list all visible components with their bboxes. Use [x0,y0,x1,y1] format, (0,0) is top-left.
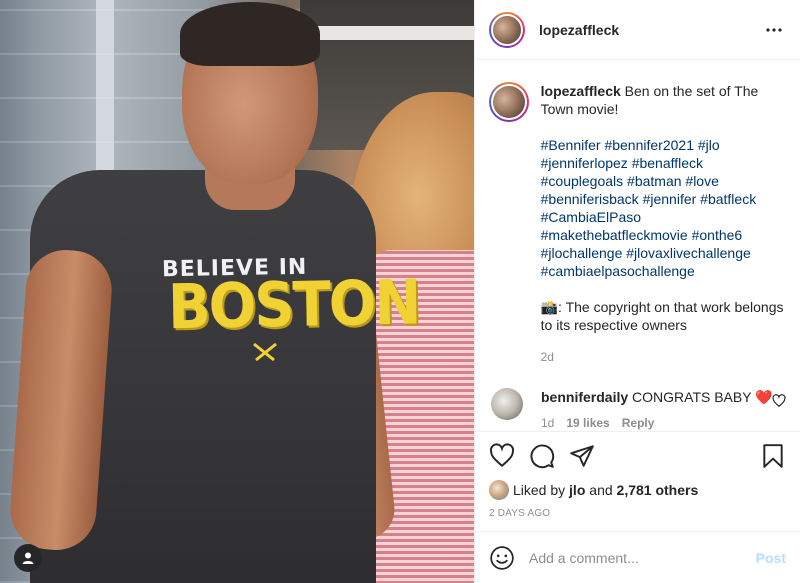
commenter-avatar[interactable] [491,388,523,420]
share-icon[interactable] [569,443,595,469]
post-button[interactable]: Post [756,550,786,566]
post-details-panel: lopezaffleck lopezaffleck Ben on the set… [474,0,800,583]
comments-list[interactable]: lopezaffleck Ben on the set of The Town … [475,60,800,431]
bookmark-icon[interactable] [760,443,786,469]
hashtag-link[interactable]: #jlovaxlivechallenge [626,245,751,261]
commenter-username[interactable]: benniferdaily [541,389,628,405]
instagram-post: BELIEVE IN BOSTON lopezaffleck lopezaffl… [0,0,800,583]
caption-time[interactable]: 2d [541,348,786,366]
liked-by-others[interactable]: 2,781 others [617,482,699,498]
emoji-icon[interactable] [489,545,515,571]
liked-by-and: and [589,482,613,498]
heart-icon[interactable] [489,443,515,469]
comment-likes[interactable]: 19 likes [566,416,609,430]
hashtag-list: #Bennifer #bennifer2021 #jlo #jenniferlo… [541,136,786,280]
author-avatar[interactable] [489,11,525,48]
user-tag-icon[interactable] [14,544,42,572]
comment-time[interactable]: 1d [541,416,554,430]
copyright-note: 📸: The copyright on that work belongs to… [540,299,784,333]
post-header: lopezaffleck [475,0,800,60]
hashtag-link[interactable]: #Bennifer [541,137,601,153]
comment-heart-emoji: ❤️ [755,389,773,405]
hashtag-link[interactable]: #jlochallenge [541,245,623,261]
man-hair [180,2,320,66]
hashtag-link[interactable]: #love [685,173,718,189]
liked-by-user[interactable]: jlo [569,482,585,498]
hashtag-link[interactable]: #bennifer2021 [604,137,694,153]
comment-text: CONGRATS BABY [632,389,752,405]
shirt-print-line-2: BOSTON [167,267,420,344]
post-actions: Liked by jlo and 2,781 others 2 DAYS AGO [475,431,800,519]
comment-meta: 1d 19 likes Reply [541,416,775,430]
caption-username[interactable]: lopezaffleck [541,83,621,99]
hockey-sticks-logo [250,342,280,362]
post-date[interactable]: 2 DAYS AGO [489,508,786,519]
hashtag-link[interactable]: #jenniferlopez [541,155,628,171]
author-username[interactable]: lopezaffleck [539,22,762,38]
liker-avatar[interactable] [489,480,509,500]
hashtag-link[interactable]: #onthe6 [692,227,743,243]
comment-icon[interactable] [529,443,555,469]
liked-by: Liked by jlo and 2,781 others [489,480,786,500]
hashtag-link[interactable]: #makethebatfleckmovie [541,227,688,243]
hashtag-link[interactable]: #batman [627,173,681,189]
hashtag-link[interactable]: #cambiaelpasochallenge [541,263,695,279]
liked-by-prefix: Liked by [513,482,566,498]
comment-like-heart-icon[interactable] [772,394,786,408]
comment-input[interactable] [529,549,756,566]
hashtag-link[interactable]: #jlo [698,137,720,153]
post-caption: lopezaffleck Ben on the set of The Town … [489,82,786,366]
hashtag-link[interactable]: #couplegoals [541,173,624,189]
hashtag-link[interactable]: #CambiaElPaso [541,209,641,225]
hashtag-link[interactable]: #batfleck [700,191,756,207]
reply-button[interactable]: Reply [622,416,655,430]
hashtag-link[interactable]: #jennifer [643,191,697,207]
hashtag-link[interactable]: #benniferisback [541,191,639,207]
comment-item: benniferdaily CONGRATS BABY ❤️ 1d 19 lik… [489,388,786,430]
more-horizontal-icon[interactable] [762,18,786,42]
action-icon-row [489,442,786,470]
post-photo[interactable]: BELIEVE IN BOSTON [0,0,474,583]
caption-body: lopezaffleck Ben on the set of The Town … [541,82,786,366]
caption-author-avatar[interactable] [489,82,529,122]
hashtag-link[interactable]: #benaffleck [632,155,703,171]
add-comment-bar: Post [475,531,800,583]
comment-body: benniferdaily CONGRATS BABY ❤️ 1d 19 lik… [541,388,775,430]
